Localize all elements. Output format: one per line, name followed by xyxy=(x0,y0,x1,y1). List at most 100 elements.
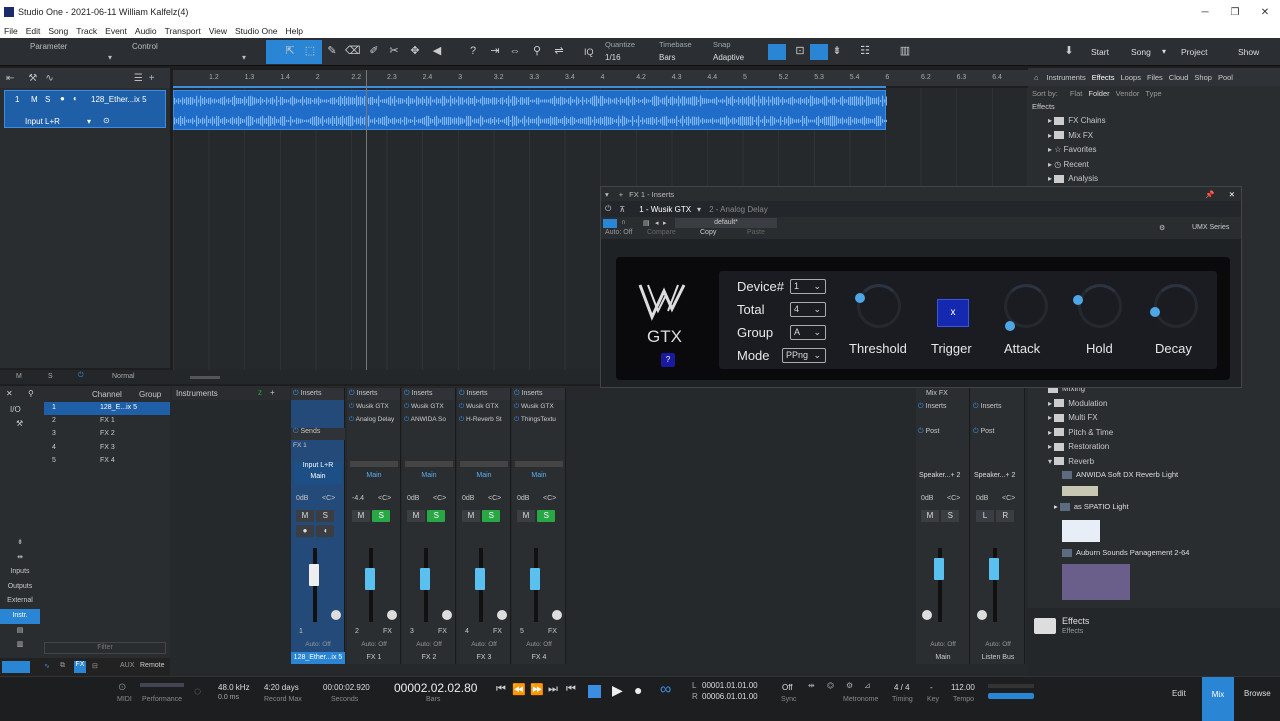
power-icon[interactable]: ⏻ xyxy=(605,204,611,214)
help-button[interactable]: ? xyxy=(661,353,675,367)
volume-fader[interactable] xyxy=(420,568,430,590)
inserts-header[interactable]: ⏻ Inserts xyxy=(291,388,344,400)
hold-knob[interactable] xyxy=(1078,284,1122,328)
reverb-plugin-2[interactable]: ▸ as SPATIO Light xyxy=(1054,502,1129,512)
volume-fader[interactable] xyxy=(530,568,540,590)
pan-knob[interactable] xyxy=(922,610,932,620)
tempo-value[interactable]: 112.00 xyxy=(951,683,975,692)
key-value[interactable]: - xyxy=(930,683,933,692)
audio-clip[interactable] xyxy=(173,90,888,130)
menu-song[interactable]: Song xyxy=(48,26,68,36)
listen-tool-icon[interactable]: ◀ xyxy=(430,44,444,58)
tempo-icon[interactable]: ⊿ xyxy=(864,681,871,690)
list-item[interactable]: ▾ Reverb xyxy=(1048,455,1113,470)
list-icon[interactable]: ☰ xyxy=(134,73,143,84)
automation-mode[interactable]: Auto: Off xyxy=(291,641,345,648)
list-item[interactable]: ▸ ◷ Recent xyxy=(1048,158,1280,173)
arrow-tool-icon[interactable]: ⇱ xyxy=(283,44,297,58)
track-1[interactable]: 1 M S ● ◐ 128_Ether...ix 5 Input L+R ▾ ⊙ xyxy=(4,90,166,128)
solo-button[interactable]: S xyxy=(537,510,556,522)
loop-button[interactable]: ∞ xyxy=(660,681,671,699)
insert-slot[interactable]: ⏻ Analog Delay xyxy=(347,413,400,426)
pan-knob[interactable] xyxy=(331,610,341,620)
output-route[interactable]: Main xyxy=(515,472,563,483)
stop-button[interactable] xyxy=(588,685,601,698)
nav-inputs[interactable]: Inputs xyxy=(0,565,40,580)
tab-effects[interactable]: Effects xyxy=(1092,73,1115,82)
compare-button[interactable]: Compare xyxy=(647,229,676,236)
channel-name[interactable]: Listen Bus xyxy=(971,652,1025,664)
tab-instruments[interactable]: Instruments xyxy=(1047,73,1086,82)
channel-name[interactable]: 128_Ether...ix 5 xyxy=(291,652,345,664)
menu-studio-one[interactable]: Studio One xyxy=(235,26,278,36)
insert-slot[interactable]: ⏻ ANWIDA So xyxy=(402,413,455,426)
send-slot[interactable]: FX 1 xyxy=(293,442,307,449)
pin-icon[interactable]: 📌 xyxy=(1205,190,1214,199)
nav-outputs[interactable]: Outputs xyxy=(0,580,40,595)
browse-button[interactable]: Browse xyxy=(1244,689,1271,698)
snap-icon[interactable]: ⇥ xyxy=(488,44,502,58)
menu-audio[interactable]: Audio xyxy=(135,26,157,36)
post-header[interactable]: ⏻ Post xyxy=(973,428,995,436)
timeline-ruler[interactable]: 1.2 1.3 1.4 2 2.2 2.3 2.4 3 3.2 3.3 3.4 4 4.2 4.3 4.4 5… xyxy=(173,70,1028,86)
channel-name[interactable]: Main xyxy=(916,652,970,664)
volume-readout[interactable]: 0dB xyxy=(407,495,419,502)
collapse-icon[interactable]: ⇤ xyxy=(6,73,14,84)
mute-button[interactable]: M xyxy=(921,510,939,522)
automation-icon[interactable]: ∿ xyxy=(45,73,53,84)
output-route[interactable]: Main xyxy=(460,472,508,483)
menu-file[interactable]: File xyxy=(4,26,18,36)
menu-view[interactable]: View xyxy=(209,26,227,36)
ripple-icon[interactable]: ⇌ xyxy=(552,44,566,58)
table-row[interactable]: 3 FX 2 xyxy=(44,428,170,441)
r-position[interactable]: 00006.01.01.00 xyxy=(702,692,758,701)
filter-input[interactable]: Filter xyxy=(44,642,166,654)
device-select[interactable]: 1 ⌄ xyxy=(790,279,826,294)
layout-icon[interactable]: ☷ xyxy=(858,44,872,58)
table-row[interactable]: 1 128_E...ix 5 xyxy=(44,402,170,416)
sort-flat[interactable]: Flat xyxy=(1070,89,1083,98)
chevron-down-icon[interactable]: ▾ xyxy=(605,190,609,199)
insert-slot[interactable]: ⏻ H-Reverb St xyxy=(457,413,510,426)
menu-icon[interactable]: ▤ xyxy=(643,219,650,227)
mute-button[interactable]: M xyxy=(517,510,535,522)
forward-icon[interactable]: ⏩ xyxy=(530,683,544,696)
automation-mode[interactable]: Auto: Off xyxy=(347,641,401,648)
gear-icon[interactable]: ⚙ xyxy=(1159,224,1165,232)
playhead[interactable] xyxy=(366,70,367,370)
group-select[interactable]: A ⌄ xyxy=(790,325,826,340)
close-icon[interactable]: ✕ xyxy=(1250,7,1280,18)
nav-icon[interactable]: ▥ xyxy=(0,638,40,653)
output-route[interactable]: Speaker...+ 2 xyxy=(974,472,1015,479)
menu-help[interactable]: Help xyxy=(286,26,303,36)
routing-icon[interactable]: ∿ xyxy=(44,662,50,670)
sync-value[interactable]: Off xyxy=(782,683,793,692)
mute-tool-icon[interactable]: ✂ xyxy=(387,44,401,58)
preset-field[interactable]: default* xyxy=(675,218,777,228)
play-button[interactable]: ▶ xyxy=(612,682,623,699)
mute-button[interactable]: L xyxy=(976,510,994,522)
monitor-icon[interactable]: ⏻ xyxy=(78,372,84,380)
close-icon[interactable]: ✕ xyxy=(6,389,13,398)
insert-slot[interactable]: ⏻ ThingsTextu xyxy=(512,413,565,426)
toggle-icon[interactable]: ⊙ xyxy=(103,116,110,125)
menu-event[interactable]: Event xyxy=(105,26,127,36)
menu-edit[interactable]: Edit xyxy=(26,26,41,36)
sends-header[interactable]: ⏻ Sends xyxy=(291,428,345,440)
return-to-zero-icon[interactable]: ⏮ xyxy=(496,683,506,696)
range-tool-icon[interactable]: ⬚ xyxy=(303,44,317,58)
next-icon[interactable]: ▸ xyxy=(663,219,667,227)
paint-tool-icon[interactable]: ✐ xyxy=(367,44,381,58)
tab-loops[interactable]: Loops xyxy=(1121,73,1141,82)
inserts-header[interactable]: ⏻ Inserts xyxy=(971,400,1024,413)
pan-readout[interactable]: <C> xyxy=(433,495,446,502)
tab-shop[interactable]: Shop xyxy=(1194,73,1212,82)
output-route[interactable]: Main xyxy=(294,473,342,484)
volume-fader[interactable] xyxy=(309,564,319,586)
add-icon[interactable]: + xyxy=(270,388,275,397)
copy-button[interactable]: Copy xyxy=(700,229,716,236)
skip-icon[interactable]: ⏭ xyxy=(548,683,558,696)
edit-button[interactable]: Edit xyxy=(1172,689,1186,698)
wrench-icon[interactable]: ⚒ xyxy=(28,73,37,84)
list-item[interactable]: ▸ Multi FX xyxy=(1048,411,1113,426)
